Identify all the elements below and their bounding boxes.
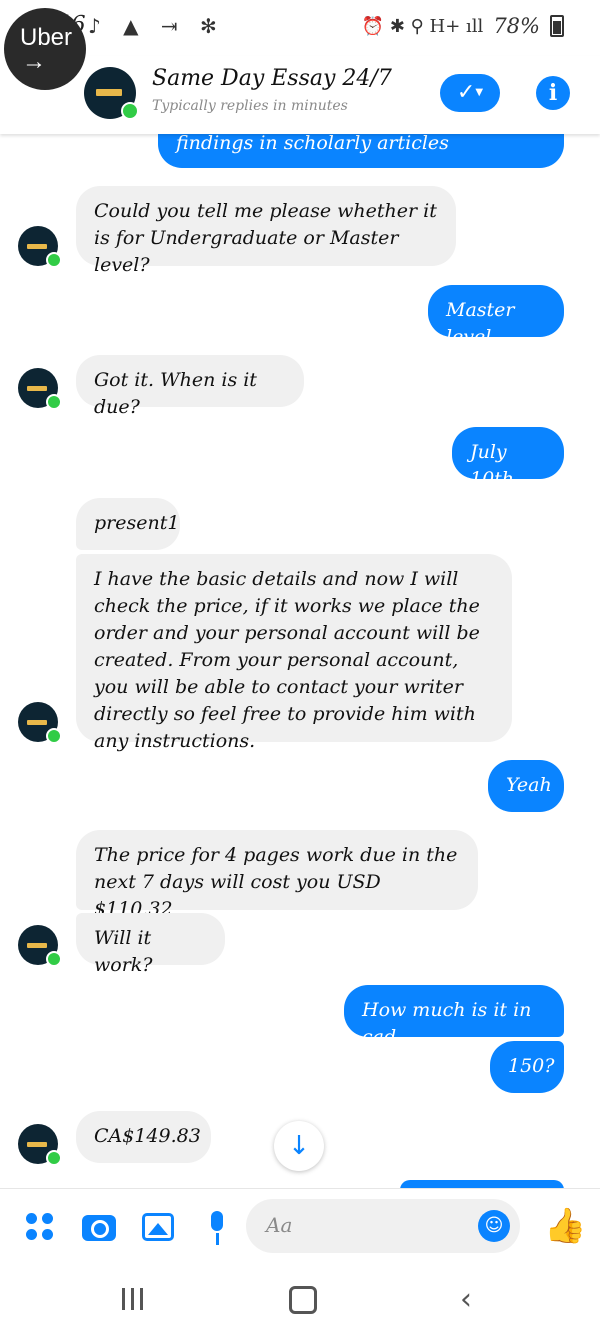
message-in[interactable]: I have the basic details and now I will … (76, 554, 512, 752)
message-in[interactable]: Will it work? (76, 913, 225, 976)
conversation-header: Same Day Essay 24/7 Typically replies in… (0, 56, 600, 134)
notification-icons: ♪ ▲ ⇥ ✻ (88, 14, 225, 38)
emoji-icon[interactable]: ☺ (478, 1210, 510, 1242)
chevron-down-icon: ▼ (475, 87, 484, 98)
sender-avatar (18, 702, 62, 744)
contact-name[interactable]: Same Day Essay 24/7 (152, 66, 392, 91)
sender-avatar (18, 226, 62, 268)
message-out[interactable]: 150? (490, 1041, 564, 1093)
system-status-icons: ⏰ ✱ ⚲ H+ ıll (361, 15, 484, 37)
message-in[interactable]: CA$149.83 (76, 1111, 211, 1163)
microphone-icon[interactable] (206, 1211, 228, 1247)
sender-avatar (18, 368, 62, 410)
thumbs-up-icon[interactable]: 👍 (544, 1209, 586, 1243)
message-in[interactable]: Got it. When is it due? (76, 355, 304, 418)
uber-chat-head[interactable]: Uber → (4, 8, 86, 90)
battery-icon (550, 15, 564, 37)
message-out[interactable]: How much is it in cad (344, 985, 564, 1048)
status-bar: 1:46 ♪ ▲ ⇥ ✻ ⏰ ✱ ⚲ H+ ıll 78% (0, 0, 600, 56)
info-button[interactable]: i (536, 76, 570, 110)
message-out[interactable]: Master level (428, 285, 564, 348)
checkmark-icon: ✓ (456, 80, 476, 105)
message-in[interactable]: present1 (76, 498, 180, 550)
gallery-icon[interactable] (142, 1213, 174, 1241)
back-button[interactable]: ‹ (460, 1282, 472, 1317)
info-icon: i (548, 80, 558, 106)
recent-apps-button[interactable] (122, 1288, 146, 1310)
arrow-down-icon: ↓ (288, 1131, 310, 1161)
system-icons: ⏰ ✱ ⚲ H+ ıll 78% (362, 14, 564, 38)
contact-status: Typically replies in minutes (152, 98, 348, 114)
message-out[interactable]: July 10th (452, 427, 564, 490)
home-button[interactable] (289, 1286, 317, 1314)
sender-avatar (18, 925, 62, 967)
battery-percent: 78% (493, 14, 540, 38)
message-out[interactable]: Yeah (488, 760, 564, 812)
message-composer: Aa ☺ 👍 (0, 1188, 600, 1267)
system-nav-bar: ‹ (0, 1266, 600, 1333)
scroll-to-bottom-button[interactable]: ↓ (274, 1121, 324, 1171)
message-in[interactable]: Could you tell me please whether it is f… (76, 186, 456, 276)
message-placeholder: Aa (266, 1213, 293, 1237)
apps-icon[interactable] (26, 1213, 56, 1243)
contact-avatar[interactable] (84, 67, 139, 120)
contact-logo (96, 89, 122, 96)
camera-icon[interactable] (82, 1215, 116, 1241)
mark-done-button[interactable]: ✓▼ (440, 74, 500, 112)
online-indicator (121, 102, 139, 120)
message-in[interactable]: The price for 4 pages work due in the ne… (76, 830, 478, 920)
sender-avatar (18, 1124, 62, 1166)
arrow-right-icon: → (22, 48, 46, 75)
message-input[interactable]: Aa ☺ (246, 1199, 520, 1253)
